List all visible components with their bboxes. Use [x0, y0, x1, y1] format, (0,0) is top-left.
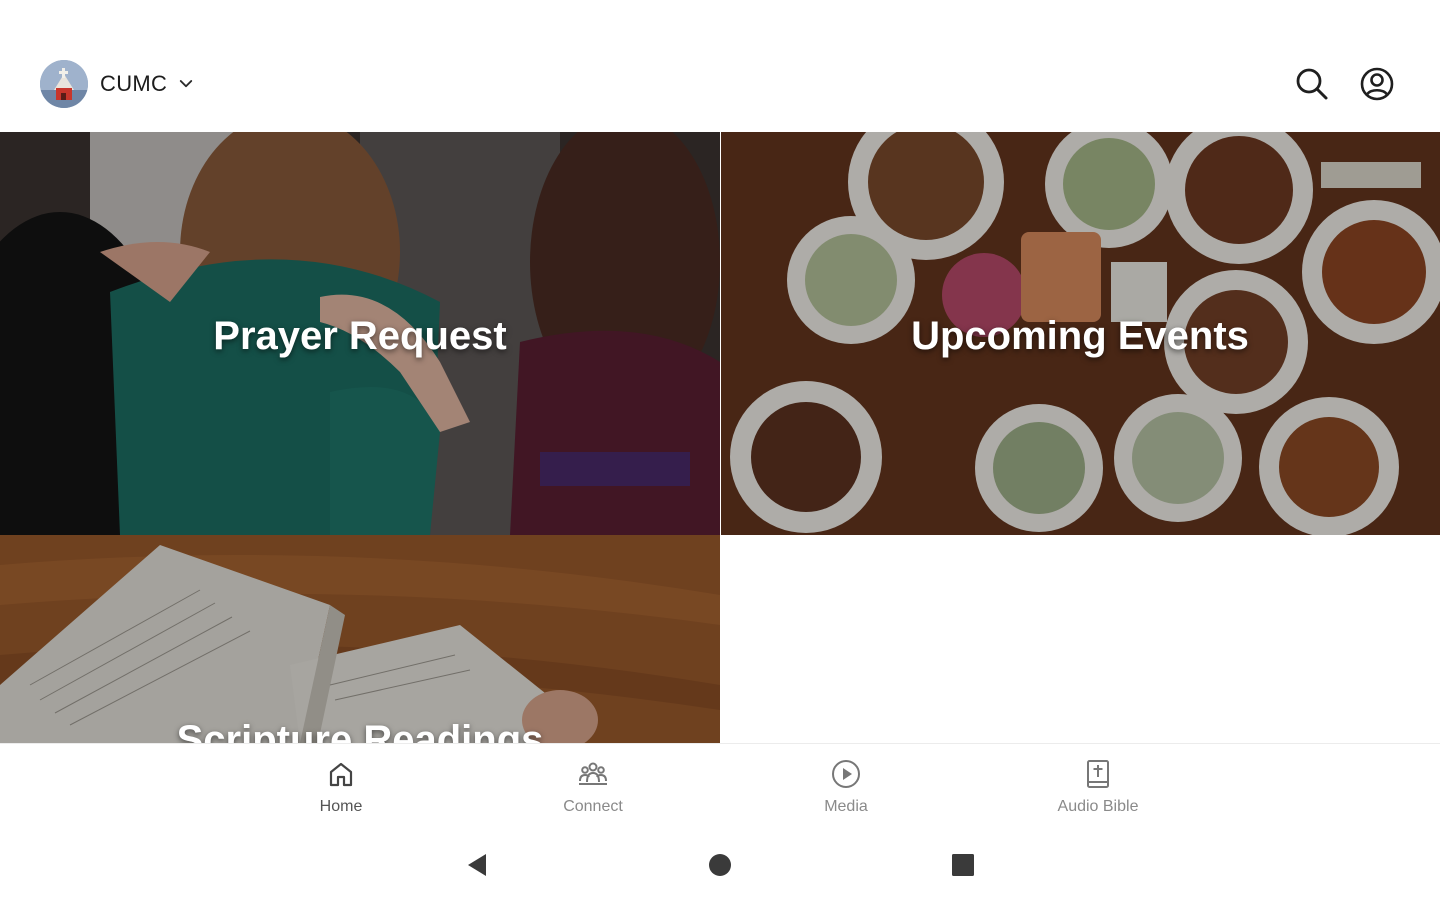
bottom-navigation: Home Connect Media Audio Bible [0, 743, 1440, 835]
bible-icon [1087, 760, 1109, 788]
nav-label-home: Home [319, 798, 363, 815]
organization-name: CUMC [100, 71, 168, 96]
system-navigation-bar [0, 835, 1440, 900]
scripture-readings-title: Scripture Readings [176, 718, 544, 743]
scripture-readings-tile[interactable]: Scripture Readings [0, 535, 720, 743]
home-icon [329, 762, 353, 787]
nav-label-audio-bible: Audio Bible [1057, 798, 1139, 815]
tile-overlay [0, 535, 720, 743]
prayer-request-title: Prayer Request [213, 314, 507, 358]
upcoming-events-title: Upcoming Events [911, 314, 1249, 358]
play-circle-icon [832, 760, 860, 788]
nav-label-connect: Connect [563, 798, 623, 815]
organization-switcher[interactable]: CUMC [40, 60, 195, 108]
nav-item-home[interactable]: Home [261, 758, 421, 824]
upcoming-events-tile[interactable]: Upcoming Events [721, 132, 1440, 535]
church-logo-icon [40, 60, 88, 108]
nav-item-connect[interactable]: Connect [513, 758, 673, 824]
back-triangle-icon[interactable] [464, 851, 492, 879]
prayer-request-tile[interactable]: Prayer Request [0, 132, 720, 535]
app-header: CUMC [0, 0, 1440, 132]
nav-label-media: Media [824, 798, 868, 815]
home-circle-icon[interactable] [706, 851, 734, 879]
account-circle-icon[interactable] [1359, 66, 1395, 102]
chevron-down-icon [180, 80, 193, 88]
group-icon [579, 762, 607, 785]
recents-square-icon[interactable] [949, 851, 977, 879]
search-icon[interactable] [1294, 66, 1330, 102]
nav-item-audio-bible[interactable]: Audio Bible [1018, 758, 1178, 824]
nav-item-media[interactable]: Media [766, 758, 926, 824]
